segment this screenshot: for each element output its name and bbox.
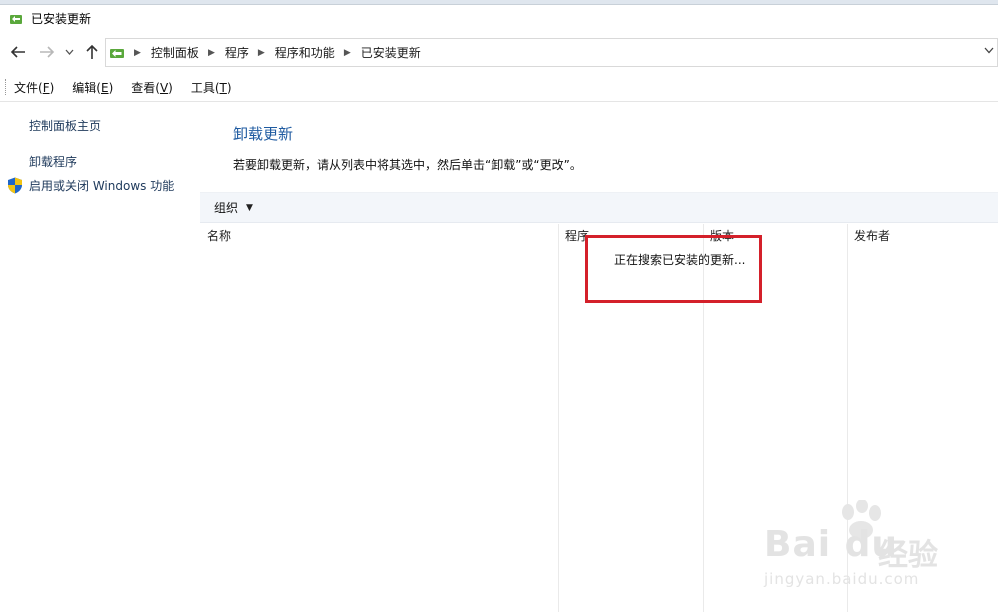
address-bar[interactable]: ▶ 控制面板 ▶ 程序 ▶ 程序和功能 ▶ 已安装更新 [105,38,998,67]
arrow-left-icon[interactable] [9,43,27,61]
chevron-right-icon[interactable]: ▶ [134,48,141,58]
task-pane: 控制面板主页 卸载程序 启用或关闭 Windows 功能 [0,103,200,612]
chevron-down-icon[interactable] [63,43,75,61]
page-title: 卸载更新 [233,125,294,143]
control-panel-home-link[interactable]: 控制面板主页 [29,117,101,134]
menu-bar: 文件(F) 编辑(E) 查看(V) 工具(T) [0,73,998,102]
breadcrumb-programs-features[interactable]: 程序和功能 [275,44,335,61]
uac-shield-icon [8,177,22,194]
breadcrumb-control-panel[interactable]: 控制面板 [151,44,199,61]
menu-grip [5,79,7,95]
breadcrumb-programs[interactable]: 程序 [225,44,249,61]
chevron-right-icon[interactable]: ▶ [344,48,351,58]
windows-features-label: 启用或关闭 Windows 功能 [29,179,175,193]
title-bar: 已安装更新 [0,5,998,32]
uninstall-program-link[interactable]: 卸载程序 [29,153,77,170]
column-divider[interactable] [847,224,848,612]
page-description: 若要卸载更新，请从列表中将其选中，然后单击“卸载”或“更改”。 [233,158,582,172]
address-history-dropdown-icon[interactable] [984,44,994,57]
menu-view[interactable]: 查看(V) [130,77,174,98]
menu-edit[interactable]: 编辑(E) [71,77,114,98]
breadcrumb-installed-updates[interactable]: 已安装更新 [361,44,421,61]
window-title: 已安装更新 [31,12,92,26]
arrow-up-icon[interactable] [83,43,101,61]
caret-down-icon: ▼ [246,202,253,213]
chevron-right-icon[interactable]: ▶ [258,48,265,58]
navigation-bar: ▶ 控制面板 ▶ 程序 ▶ 程序和功能 ▶ 已安装更新 [0,32,998,72]
column-divider[interactable] [558,224,559,612]
control-panel-icon [110,48,124,58]
organize-label: 组织 [214,201,239,215]
windows-features-link[interactable]: 启用或关闭 Windows 功能 [7,177,174,194]
chevron-right-icon[interactable]: ▶ [208,48,215,58]
column-header-name[interactable]: 名称 [207,227,231,244]
column-header-publisher[interactable]: 发布者 [854,227,890,244]
menu-file[interactable]: 文件(F) [13,77,55,98]
command-bar: 组织 ▼ [200,192,998,223]
main-content: 卸载更新 若要卸载更新，请从列表中将其选中，然后单击“卸载”或“更改”。 组织 … [200,103,998,612]
control-panel-icon [10,14,22,24]
organize-button[interactable]: 组织 ▼ [214,199,253,216]
menu-tools[interactable]: 工具(T) [190,77,233,98]
arrow-right-icon[interactable] [38,43,56,61]
highlight-annotation-box [585,235,762,303]
